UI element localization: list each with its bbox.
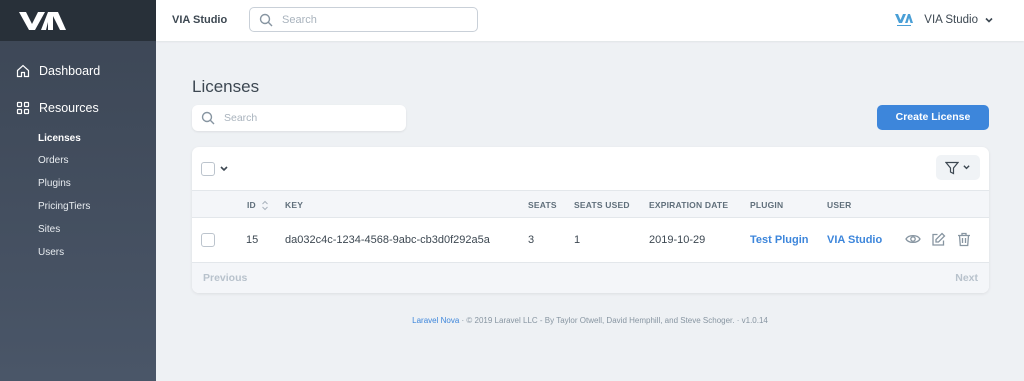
- search-placeholder: Search: [224, 112, 258, 124]
- column-header-user: USER: [827, 200, 852, 210]
- search-icon: [201, 111, 215, 125]
- cell-seats: 3: [528, 234, 535, 246]
- sidebar-item-licenses[interactable]: Licenses: [38, 133, 81, 144]
- footer-nova-link[interactable]: Laravel Nova: [412, 316, 459, 325]
- home-icon: [16, 64, 30, 78]
- search-icon: [259, 13, 273, 27]
- cell-user-link[interactable]: VIA Studio: [827, 234, 882, 246]
- eye-icon[interactable]: [905, 232, 921, 246]
- top-header: VIA Studio Search VIA Studio: [156, 0, 1024, 41]
- global-search-input[interactable]: Search: [249, 7, 478, 32]
- sidebar-item-pricingtiers[interactable]: PricingTiers: [38, 201, 90, 212]
- sidebar-header: [0, 0, 156, 41]
- page-title: Licenses: [192, 77, 260, 96]
- resource-search-input[interactable]: Search: [192, 105, 406, 131]
- column-header-key: KEY: [285, 200, 304, 210]
- cell-expiration-date: 2019-10-29: [649, 234, 706, 246]
- previous-page-button[interactable]: Previous: [203, 272, 247, 284]
- sidebar-item-dashboard[interactable]: Dashboard: [16, 61, 100, 81]
- table-row: 15 da032c4c-1234-4568-9abc-cb3d0f292a5a …: [192, 218, 989, 263]
- table-toolbar: [192, 147, 989, 190]
- edit-icon[interactable]: [931, 232, 946, 247]
- via-logo-icon[interactable]: [17, 10, 67, 32]
- user-name: VIA Studio: [924, 14, 978, 26]
- column-header-id[interactable]: ID: [247, 200, 256, 210]
- sidebar-item-plugins[interactable]: Plugins: [38, 178, 71, 189]
- chevron-down-icon: [985, 17, 993, 23]
- create-license-button[interactable]: Create License: [877, 105, 989, 130]
- chevron-down-icon: [963, 165, 970, 170]
- search-placeholder: Search: [282, 14, 317, 26]
- next-page-button[interactable]: Next: [955, 272, 978, 284]
- row-checkbox[interactable]: [201, 233, 215, 247]
- column-header-seats: SEATS: [528, 200, 557, 210]
- sidebar-item-label: Dashboard: [39, 64, 101, 78]
- select-all-checkbox[interactable]: [201, 162, 215, 176]
- sidebar-item-resources[interactable]: Resources: [16, 98, 99, 118]
- sidebar-item-orders[interactable]: Orders: [38, 155, 69, 166]
- filter-button[interactable]: [936, 155, 980, 180]
- chevron-down-icon[interactable]: [219, 165, 229, 173]
- grid-icon: [16, 101, 30, 115]
- cell-plugin-link[interactable]: Test Plugin: [750, 234, 808, 246]
- sidebar-item-label: Resources: [39, 101, 99, 115]
- column-header-expiration-date: EXPIRATION DATE: [649, 200, 729, 210]
- sidebar-item-sites[interactable]: Sites: [38, 224, 60, 235]
- resource-table-card: ID KEY SEATS SEATS USED EXPIRATION DATE …: [192, 147, 989, 293]
- trash-icon[interactable]: [957, 232, 971, 247]
- pagination: Previous Next: [192, 263, 989, 293]
- app-title: VIA Studio: [172, 14, 228, 26]
- footer: Laravel Nova · © 2019 Laravel LLC - By T…: [0, 316, 1024, 325]
- sort-icon[interactable]: [261, 200, 269, 211]
- cell-seats-used: 1: [574, 234, 581, 246]
- column-header-plugin: PLUGIN: [750, 200, 784, 210]
- cell-id: 15: [246, 234, 259, 246]
- sidebar-item-users[interactable]: Users: [38, 247, 64, 258]
- avatar: [895, 14, 914, 26]
- footer-text: · © 2019 Laravel LLC - By Taylor Otwell,…: [461, 316, 768, 325]
- user-menu[interactable]: VIA Studio: [894, 13, 994, 27]
- cell-key: da032c4c-1234-4568-9abc-cb3d0f292a5a: [285, 234, 490, 246]
- column-header-seats-used: SEATS USED: [574, 200, 630, 210]
- filter-icon: [945, 161, 959, 174]
- table-header: ID KEY SEATS SEATS USED EXPIRATION DATE …: [192, 190, 989, 218]
